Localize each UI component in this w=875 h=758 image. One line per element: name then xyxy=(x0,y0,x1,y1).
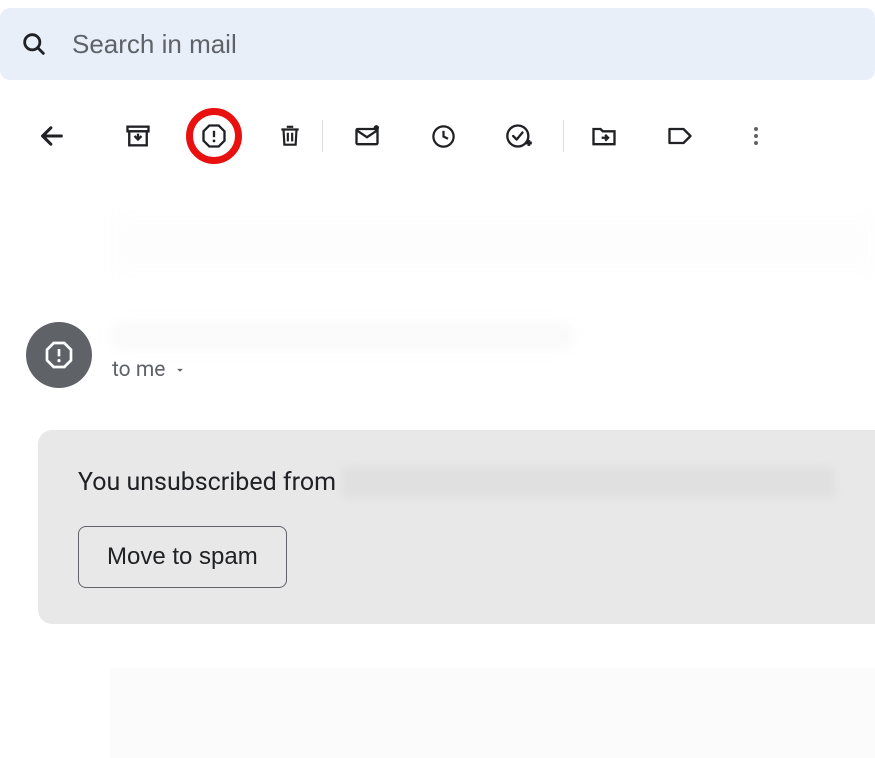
mail-unread-icon xyxy=(353,122,381,150)
report-spam-icon xyxy=(200,122,228,150)
trash-icon xyxy=(277,123,303,149)
more-button[interactable] xyxy=(732,112,780,160)
recipient-line[interactable]: to me xyxy=(112,358,572,382)
move-to-spam-button[interactable]: Move to spam xyxy=(78,526,287,588)
report-spam-icon xyxy=(43,339,75,371)
sender-avatar[interactable] xyxy=(26,322,92,388)
search-icon xyxy=(20,30,48,58)
archive-icon xyxy=(124,122,152,150)
back-button[interactable] xyxy=(28,112,76,160)
report-spam-button[interactable] xyxy=(190,112,238,160)
banner-sender-name xyxy=(342,466,835,498)
toolbar-divider xyxy=(563,120,564,152)
recipient-text: to me xyxy=(112,358,165,382)
banner-text: You unsubscribed from xyxy=(78,468,336,497)
email-body xyxy=(110,668,875,758)
mark-unread-button[interactable] xyxy=(343,112,391,160)
add-to-tasks-button[interactable] xyxy=(495,112,543,160)
delete-button[interactable] xyxy=(266,112,314,160)
label-icon xyxy=(666,122,694,150)
search-bar[interactable] xyxy=(0,8,875,80)
task-add-icon xyxy=(505,122,533,150)
email-toolbar xyxy=(0,80,875,160)
sender-name xyxy=(112,322,572,350)
arrow-left-icon xyxy=(38,122,66,150)
unsubscribe-banner: You unsubscribed from Move to spam xyxy=(38,430,875,624)
clock-icon xyxy=(430,123,457,150)
email-subject xyxy=(110,218,875,270)
toolbar-divider xyxy=(322,120,323,152)
move-to-button[interactable] xyxy=(580,112,628,160)
snooze-button[interactable] xyxy=(419,112,467,160)
chevron-down-icon xyxy=(173,363,187,377)
sender-row: to me xyxy=(26,322,875,388)
search-input[interactable] xyxy=(72,29,855,60)
labels-button[interactable] xyxy=(656,112,704,160)
more-vert-icon xyxy=(744,124,768,148)
move-to-icon xyxy=(590,122,618,150)
archive-button[interactable] xyxy=(114,112,162,160)
